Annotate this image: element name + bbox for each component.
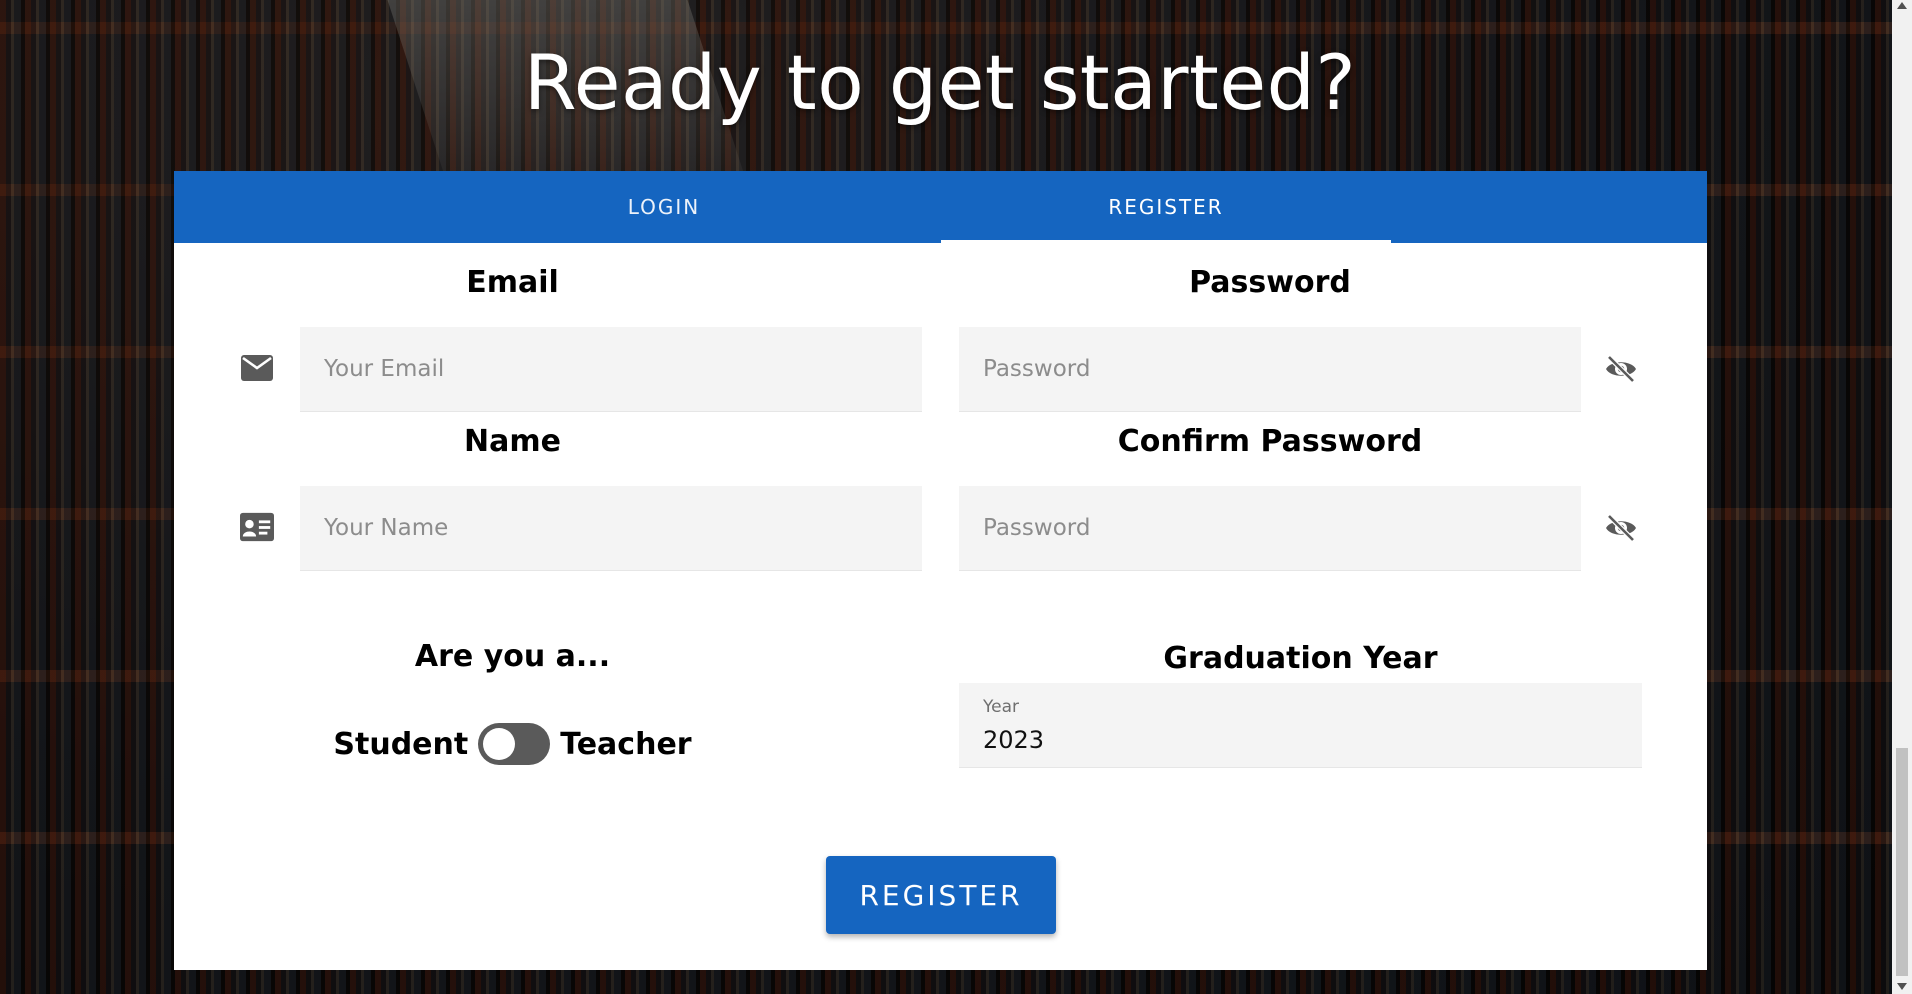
name-input[interactable]	[300, 486, 922, 570]
register-button[interactable]: REGISTER	[826, 856, 1056, 934]
name-field[interactable]	[300, 486, 922, 571]
password-label: Password	[1189, 265, 1351, 300]
toggle-knob	[483, 728, 516, 760]
name-label: Name	[464, 424, 561, 459]
visibility-off-icon[interactable]	[1604, 352, 1638, 386]
email-field[interactable]	[300, 327, 922, 412]
year-caption: Year	[983, 697, 1019, 717]
email-input[interactable]	[300, 327, 922, 411]
role-toggle-switch[interactable]	[478, 723, 551, 765]
page: Ready to get started? LOGIN REGISTER Ema…	[0, 0, 1912, 994]
auth-card: LOGIN REGISTER Email Password	[174, 171, 1707, 970]
page-headline: Ready to get started?	[523, 38, 1357, 127]
auth-tabs: LOGIN REGISTER	[174, 171, 1707, 243]
scroll-up-arrow-icon[interactable]	[1897, 2, 1907, 9]
role-question: Are you a...	[414, 639, 611, 674]
id-card-icon	[240, 510, 274, 544]
role-toggle-row: Student Teacher	[266, 719, 759, 769]
teacher-option-label: Teacher	[560, 726, 692, 762]
visibility-off-icon[interactable]	[1604, 511, 1638, 545]
student-option-label: Student	[333, 726, 469, 762]
graduation-year-select[interactable]: Year 2023	[959, 683, 1642, 768]
tab-login[interactable]: LOGIN	[439, 171, 889, 243]
scroll-thumb[interactable]	[1896, 748, 1908, 976]
confirm-password-input[interactable]	[959, 486, 1581, 570]
scrollbar[interactable]	[1892, 0, 1912, 994]
mail-icon	[240, 351, 274, 385]
email-label: Email	[466, 265, 559, 300]
active-tab-indicator	[941, 240, 1391, 243]
confirm-password-label: Confirm Password	[1117, 424, 1423, 459]
year-value: 2023	[983, 726, 1045, 754]
password-field[interactable]	[959, 327, 1581, 412]
scroll-down-arrow-icon[interactable]	[1897, 983, 1907, 990]
tab-register[interactable]: REGISTER	[941, 171, 1391, 243]
confirm-password-field[interactable]	[959, 486, 1581, 571]
graduation-year-label: Graduation Year	[1163, 641, 1438, 676]
password-input[interactable]	[959, 327, 1581, 411]
